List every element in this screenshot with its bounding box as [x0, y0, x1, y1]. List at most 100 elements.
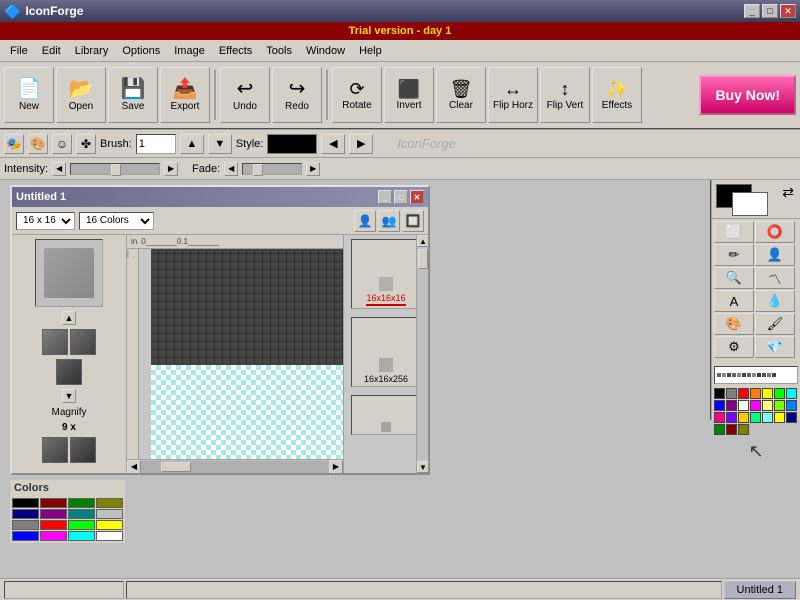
swatch-ltyellow[interactable] [762, 400, 773, 411]
swatch-navy[interactable] [786, 412, 797, 423]
swatch-mint[interactable] [750, 412, 761, 423]
cs-7[interactable] [68, 509, 95, 519]
swatch-yellow[interactable] [762, 388, 773, 399]
menu-tools[interactable]: Tools [260, 43, 298, 59]
canvas-tool-1[interactable]: 👤 [354, 210, 376, 232]
colors-dropdown[interactable]: 16 Colors 256 Colors [79, 212, 154, 230]
fade-thumb[interactable] [253, 164, 263, 176]
thumb-2[interactable] [70, 329, 96, 355]
scroll-down[interactable]: ▼ [62, 389, 76, 403]
style-next[interactable]: ▶ [349, 134, 373, 154]
cs-10[interactable] [40, 520, 67, 530]
menu-file[interactable]: File [4, 43, 34, 59]
drawing-canvas[interactable]: | [127, 249, 343, 459]
swatch-magenta[interactable] [750, 400, 761, 411]
tool-mode-4[interactable]: ✤ [76, 134, 96, 154]
swatch-red[interactable] [738, 388, 749, 399]
tool-select-rect[interactable]: ⬜ [714, 221, 754, 243]
cs-3[interactable] [68, 498, 95, 508]
canvas-close[interactable]: ✕ [410, 190, 424, 204]
swatch-ltblue[interactable] [786, 400, 797, 411]
brush-up[interactable]: ▲ [180, 134, 204, 154]
tool-mode-3[interactable]: ☺ [52, 134, 72, 154]
canvas-minimize[interactable]: _ [378, 190, 392, 204]
menu-help[interactable]: Help [353, 43, 388, 59]
new-button[interactable]: 📄 New [4, 67, 54, 123]
h-scroll-right[interactable]: ▶ [329, 460, 343, 474]
maximize-button[interactable]: □ [762, 4, 778, 18]
swatch-gray[interactable] [726, 388, 737, 399]
tool-magnify[interactable]: 🔍 [714, 267, 754, 289]
swatch-ltcyan[interactable] [762, 412, 773, 423]
swatch-white[interactable] [738, 400, 749, 411]
thumb-1[interactable] [42, 329, 68, 355]
undo-button[interactable]: ↩ Undo [220, 67, 270, 123]
swatch-blue[interactable] [714, 400, 725, 411]
canvas-content[interactable] [151, 249, 343, 459]
rs-down[interactable]: ▼ [417, 461, 429, 473]
brush-down[interactable]: ▼ [208, 134, 232, 154]
tool-text[interactable]: A [714, 290, 754, 312]
swatch-olive[interactable] [738, 424, 749, 435]
effects-button[interactable]: ✨ Effects [592, 67, 642, 123]
cs-1[interactable] [12, 498, 39, 508]
fade-left[interactable]: ◀ [224, 162, 238, 176]
right-scrollbar[interactable]: ▲ ▼ [416, 235, 428, 473]
swatch-violet[interactable] [726, 412, 737, 423]
canvas-draw-area[interactable]: in 0_______0.1_______ | [127, 235, 343, 473]
fade-right[interactable]: ▶ [306, 162, 320, 176]
status-tab[interactable]: Untitled 1 [724, 581, 796, 599]
brush-input[interactable] [136, 134, 176, 154]
close-button[interactable]: ✕ [780, 4, 796, 18]
size-dropdown[interactable]: 16 x 16 32 x 32 [16, 212, 75, 230]
buy-now-button[interactable]: Buy Now! [699, 75, 796, 115]
cs-11[interactable] [68, 520, 95, 530]
intensity-right[interactable]: ▶ [164, 162, 178, 176]
swatch-orange[interactable] [750, 388, 761, 399]
menu-image[interactable]: Image [168, 43, 211, 59]
save-button[interactable]: 💾 Save [108, 67, 158, 123]
swatch-dkgreen[interactable] [714, 424, 725, 435]
style-color-box[interactable] [267, 134, 317, 154]
minimize-button[interactable]: _ [744, 4, 760, 18]
swatch-purple[interactable] [726, 400, 737, 411]
cs-12[interactable] [96, 520, 123, 530]
intensity-thumb[interactable] [111, 164, 121, 176]
tool-paint[interactable]: 🎨 [714, 313, 754, 335]
cs-9[interactable] [12, 520, 39, 530]
swatch-black[interactable] [714, 388, 725, 399]
style-prev[interactable]: ◀ [321, 134, 345, 154]
swatch-y2[interactable] [774, 412, 785, 423]
title-bar-controls[interactable]: _ □ ✕ [744, 4, 796, 18]
tool-mode-2[interactable]: 🎨 [28, 134, 48, 154]
swatch-cyan[interactable] [786, 388, 797, 399]
swatch-maroon[interactable] [726, 424, 737, 435]
clear-button[interactable]: 🗑 Clear [436, 67, 486, 123]
thumb-bottom-2[interactable] [70, 437, 96, 463]
canvas-tool-2[interactable]: 👥 [378, 210, 400, 232]
flip-vert-button[interactable]: ↕ Flip Vert [540, 67, 590, 123]
swatch-green[interactable] [774, 388, 785, 399]
cs-6[interactable] [40, 509, 67, 519]
menu-edit[interactable]: Edit [36, 43, 67, 59]
cs-16[interactable] [96, 531, 123, 541]
tool-person[interactable]: 👤 [755, 244, 795, 266]
cs-15[interactable] [68, 531, 95, 541]
menu-library[interactable]: Library [69, 43, 115, 59]
invert-button[interactable]: ⬛ Invert [384, 67, 434, 123]
tool-gear[interactable]: ⚙ [714, 336, 754, 358]
swatch-pink[interactable] [714, 412, 725, 423]
h-scroll-thumb[interactable] [161, 462, 191, 472]
cs-5[interactable] [12, 509, 39, 519]
redo-button[interactable]: ↪ Redo [272, 67, 322, 123]
rs-up[interactable]: ▲ [417, 235, 429, 247]
tool-wave[interactable]: 〽 [755, 267, 795, 289]
cs-8[interactable] [96, 509, 123, 519]
tool-brush[interactable]: 🖌 [755, 313, 795, 335]
menu-bar[interactable]: File Edit Library Options Image Effects … [0, 40, 800, 62]
fade-track[interactable] [242, 163, 302, 175]
thumb-bottom-1[interactable] [42, 437, 68, 463]
opacity-bar[interactable] [714, 366, 798, 384]
h-scroll-track[interactable] [141, 461, 329, 473]
menu-options[interactable]: Options [116, 43, 166, 59]
